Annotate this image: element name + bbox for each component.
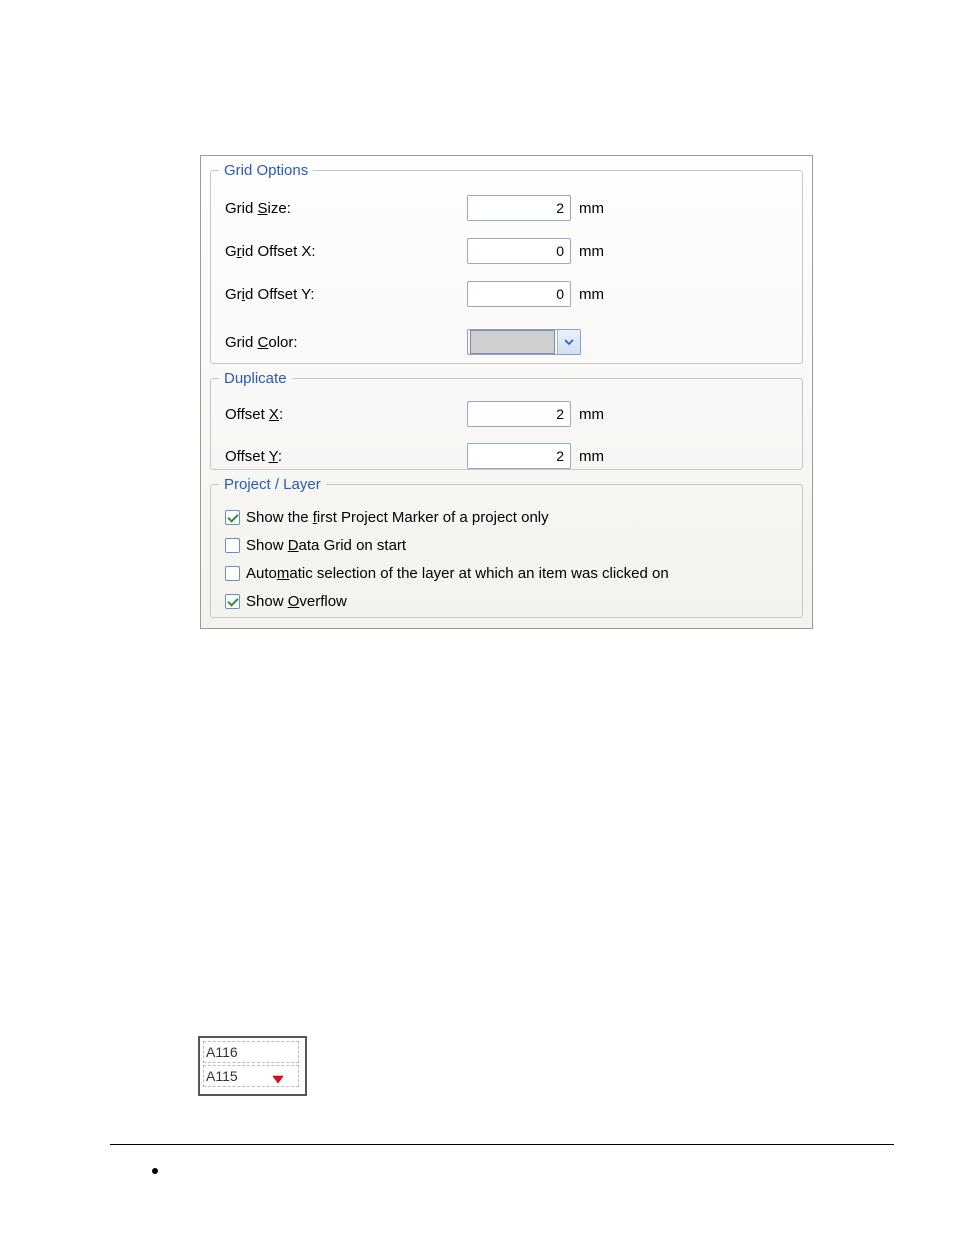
combo-grid-color[interactable] [467,329,581,355]
input-offset-x[interactable] [467,401,571,427]
unit-offset-y: mm [579,448,604,465]
row-grid-offset-x: Grid Offset X: mm [225,238,788,264]
label-offset-x: Offset X: [225,406,467,423]
label-show-overflow: Show Overflow [246,593,347,610]
input-grid-offset-x[interactable] [467,238,571,264]
unit-grid-size: mm [579,200,604,217]
checkbox-show-data-grid[interactable] [225,538,240,553]
sample-cell-top: A116 [203,1041,299,1063]
label-show-data-grid: Show Data Grid on start [246,537,406,554]
input-grid-size[interactable] [467,195,571,221]
row-grid-color: Grid Color: [225,329,788,355]
row-auto-layer: Automatic selection of the layer at whic… [225,565,788,582]
label-show-first-marker: Show the first Project Marker of a proje… [246,509,549,526]
footer-divider [110,1144,894,1145]
row-grid-offset-y: Grid Offset Y: mm [225,281,788,307]
row-offset-y: Offset Y: mm [225,443,788,469]
unit-grid-offset-x: mm [579,243,604,260]
row-show-overflow: Show Overflow [225,593,788,610]
group-project-layer: Project / Layer Show the first Project M… [210,476,803,618]
label-grid-color: Grid Color: [225,334,467,351]
label-grid-offset-y: Grid Offset Y: [225,286,467,303]
checkbox-show-first-marker[interactable] [225,510,240,525]
overflow-arrow-icon [271,1071,285,1088]
label-offset-y: Offset Y: [225,448,467,465]
unit-grid-offset-y: mm [579,286,604,303]
unit-offset-x: mm [579,406,604,423]
legend-grid-options: Grid Options [219,162,313,179]
swatch-grid-color [470,330,555,354]
chevron-down-icon[interactable] [557,330,580,354]
checkbox-auto-layer[interactable] [225,566,240,581]
input-grid-offset-y[interactable] [467,281,571,307]
label-grid-size: Grid Size: [225,200,467,217]
group-grid-options: Grid Options Grid Size: mm Grid Offset X… [210,162,803,364]
overflow-indicator-image: A116 A115 [198,1036,307,1096]
label-auto-layer: Automatic selection of the layer at whic… [246,565,669,582]
input-offset-y[interactable] [467,443,571,469]
legend-duplicate: Duplicate [219,370,292,387]
group-duplicate: Duplicate Offset X: mm Offset Y: mm [210,370,803,470]
label-grid-offset-x: Grid Offset X: [225,243,467,260]
settings-panel-image: Grid Options Grid Size: mm Grid Offset X… [200,155,813,629]
row-grid-size: Grid Size: mm [225,195,788,221]
legend-project-layer: Project / Layer [219,476,326,493]
row-offset-x: Offset X: mm [225,401,788,427]
list-bullet [152,1168,158,1174]
checkbox-show-overflow[interactable] [225,594,240,609]
row-show-data-grid: Show Data Grid on start [225,537,788,554]
row-show-first-marker: Show the first Project Marker of a proje… [225,509,788,526]
